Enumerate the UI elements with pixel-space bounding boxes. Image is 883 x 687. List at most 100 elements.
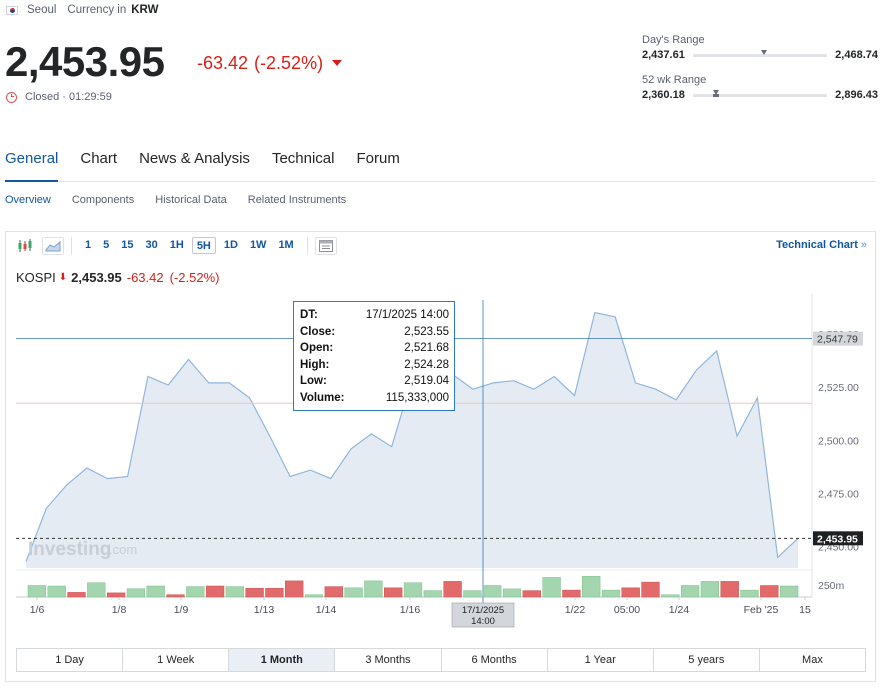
technical-chart-label: Technical Chart [776,239,858,251]
interval-1d[interactable]: 1D [220,237,242,254]
tab-news-analysis[interactable]: News & Analysis [139,146,250,182]
period-6-months[interactable]: 6 Months [441,649,548,671]
area-chart-icon[interactable] [42,236,64,255]
last-price: 2,453.95 [5,38,165,85]
tooltip-row: High: 2,524.28 [300,357,449,374]
volume-bar [245,588,264,598]
x-tick-label: 15 [799,604,811,616]
period-max[interactable]: Max [759,649,865,671]
crosshair-time-label: 14:00 [471,616,495,627]
clock-icon [6,91,17,103]
volume-bar [463,590,482,598]
52wk-range-low: 2,360.18 [642,89,685,101]
period-3-months[interactable]: 3 Months [335,649,442,671]
volume-bar [225,586,244,598]
volume-bar [483,585,502,598]
chevron-right-icon: » [860,239,867,251]
tooltip-key: Close: [300,325,336,338]
days-range-low: 2,437.61 [642,49,685,61]
period-1-week[interactable]: 1 Week [123,649,230,671]
tab-general[interactable]: General [5,146,59,182]
volume-bar [205,585,225,598]
subtab-historical-data[interactable]: Historical Data [155,194,227,206]
volume-bar [661,594,680,598]
volume-bar [720,581,739,598]
period-1-month[interactable]: 1 Month [229,649,336,671]
crosshair-price-label: 2,547.79 [817,334,858,346]
candlestick-icon[interactable] [14,237,36,255]
x-tick-label: 1/16 [400,604,421,616]
volume-bar [779,585,799,598]
interval-1m[interactable]: 1M [274,237,297,254]
tab-forum[interactable]: Forum [356,146,399,182]
volume-bar [87,582,106,598]
investing-watermark-suffix: .com [109,542,137,557]
chart-toolbar: 1 5 15 30 1H 5H 1D 1W 1M Technical Chart… [6,232,875,259]
days-range-label: Day's Range [642,34,705,46]
y-tick-label: 2,475.00 [818,489,859,501]
korea-flag-icon [6,5,18,15]
legend-change: -63.42 [126,270,164,285]
interval-15[interactable]: 15 [117,237,137,254]
volume-bar [384,587,403,598]
change-value: -63.42 [197,53,249,73]
tooltip-key: Volume: [300,391,345,404]
interval-30[interactable]: 30 [142,237,162,254]
volume-bar [582,576,601,598]
crosshair-date-label: 17/1/2025 [462,605,504,616]
volume-bar [740,589,759,598]
volume-bar [27,585,47,598]
subtab-related-instruments[interactable]: Related Instruments [248,194,346,206]
period-1-year[interactable]: 1 Year [547,649,654,671]
change-percent: (-2.52%) [254,53,324,73]
interval-5h[interactable]: 5H [191,237,216,254]
market-name: Seoul [27,4,57,16]
volume-bar [186,586,205,598]
price-change: -63.42 (-2.52%) [197,52,343,74]
52wk-range: 52 wk Range 2,360.18 2,896.43 [642,74,878,101]
interval-1h[interactable]: 1H [166,237,188,254]
tooltip-value: 2,523.55 [404,325,449,338]
status-text: Closed · 01:29:59 [25,91,112,103]
chart-legend: KOSPI ⬇ 2,453.95 -63.42 (-2.52%) [16,270,219,285]
subtab-overview[interactable]: Overview [5,194,51,206]
period-selector: 1 Day 1 Week 1 Month 3 Months 6 Months 1… [16,648,866,672]
volume-bar [700,581,720,598]
volume-bar [760,585,779,598]
investing-watermark: Investing [28,539,111,560]
market-status: Closed · 01:29:59 [6,91,112,103]
market-info: Seoul Currency in KRW [6,4,159,16]
tooltip-row: Volume: 115,333,000 [300,390,449,407]
data-table-icon[interactable] [314,236,337,255]
currency-label: Currency in [67,4,127,16]
tab-chart[interactable]: Chart [80,146,117,182]
period-5-years[interactable]: 5 years [653,649,760,671]
chart-widget: Investing.com2,550.002,525.002,500.002,4… [5,231,876,682]
period-1-day[interactable]: 1 Day [17,649,124,671]
x-tick-label: 1/8 [112,604,127,616]
toolbar-divider [71,236,72,255]
y-tick-label: 2,500.00 [818,435,859,447]
volume-bar [285,580,304,598]
volume-bar [106,592,126,598]
tooltip-value: 2,519.04 [404,375,449,387]
days-range: Day's Range 2,437.61 2,468.74 [642,34,878,61]
subtab-components[interactable]: Components [72,194,134,206]
volume-bar [364,580,383,598]
volume-bar [304,594,324,598]
volume-bar [166,594,185,598]
interval-1w[interactable]: 1W [246,237,271,254]
tooltip-row: Open: 2,521.68 [300,340,449,357]
legend-down-arrow-icon: ⬇ [58,272,68,283]
interval-5[interactable]: 5 [99,237,113,254]
tooltip-value: 115,333,000 [385,391,449,404]
tab-technical[interactable]: Technical [272,146,335,182]
volume-bar [562,589,581,598]
price-chart[interactable]: Investing.com2,550.002,525.002,500.002,4… [6,232,875,644]
technical-chart-link[interactable]: Technical Chart» [776,239,867,251]
volume-bar [67,592,86,598]
volume-bar [601,589,621,598]
interval-1[interactable]: 1 [81,237,95,254]
sub-tabs: Overview Components Historical Data Rela… [5,194,367,206]
legend-change-percent: (-2.52%) [169,270,220,285]
